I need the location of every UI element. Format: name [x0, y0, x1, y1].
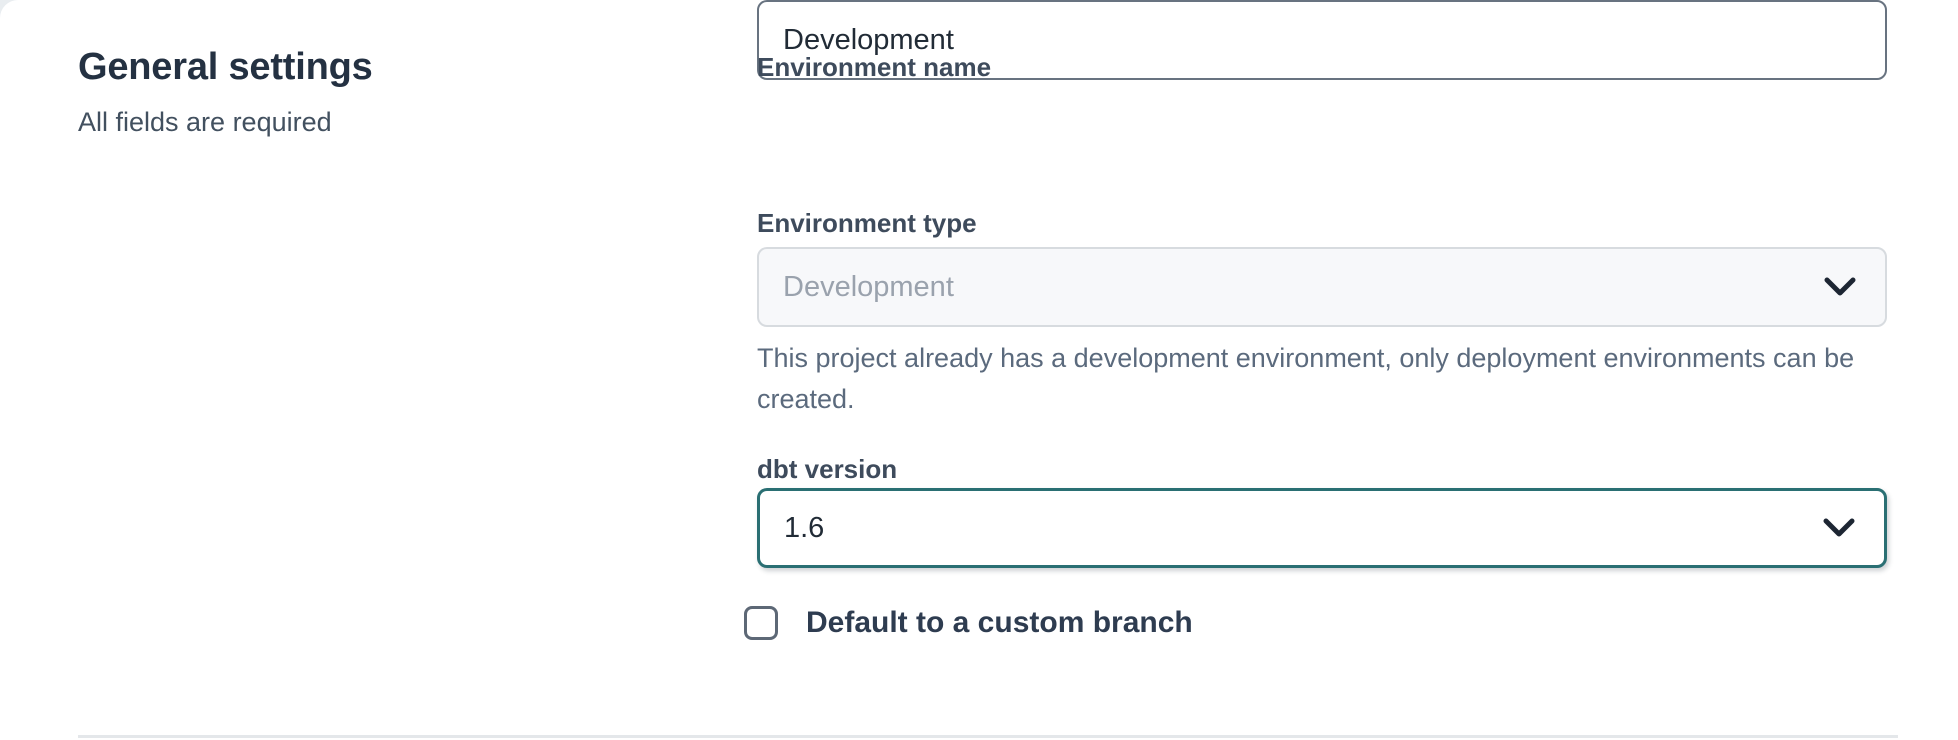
custom-branch-label: Default to a custom branch: [806, 606, 1193, 640]
chevron-down-icon: [1823, 276, 1857, 298]
custom-branch-checkbox-row[interactable]: Default to a custom branch: [744, 606, 1193, 640]
section-header: General settings All fields are required: [78, 46, 638, 138]
page-title: General settings: [78, 46, 638, 89]
settings-card: General settings All fields are required…: [0, 0, 1958, 740]
dbt-version-select[interactable]: 1.6: [757, 488, 1887, 568]
environment-type-value: Development: [783, 271, 954, 304]
environment-type-label: Environment type: [757, 208, 977, 239]
environment-name-label: Environment name: [757, 52, 991, 83]
section-divider: [78, 735, 1898, 738]
environment-type-help: This project already has a development e…: [757, 338, 1917, 420]
custom-branch-checkbox[interactable]: [744, 606, 778, 640]
page-subtitle: All fields are required: [78, 107, 638, 138]
dbt-version-label: dbt version: [757, 454, 897, 485]
dbt-version-value: 1.6: [784, 512, 824, 545]
chevron-down-icon: [1822, 517, 1856, 539]
environment-type-select[interactable]: Development: [757, 247, 1887, 327]
general-settings-form: Environment name Environment type Develo…: [757, 0, 1887, 740]
